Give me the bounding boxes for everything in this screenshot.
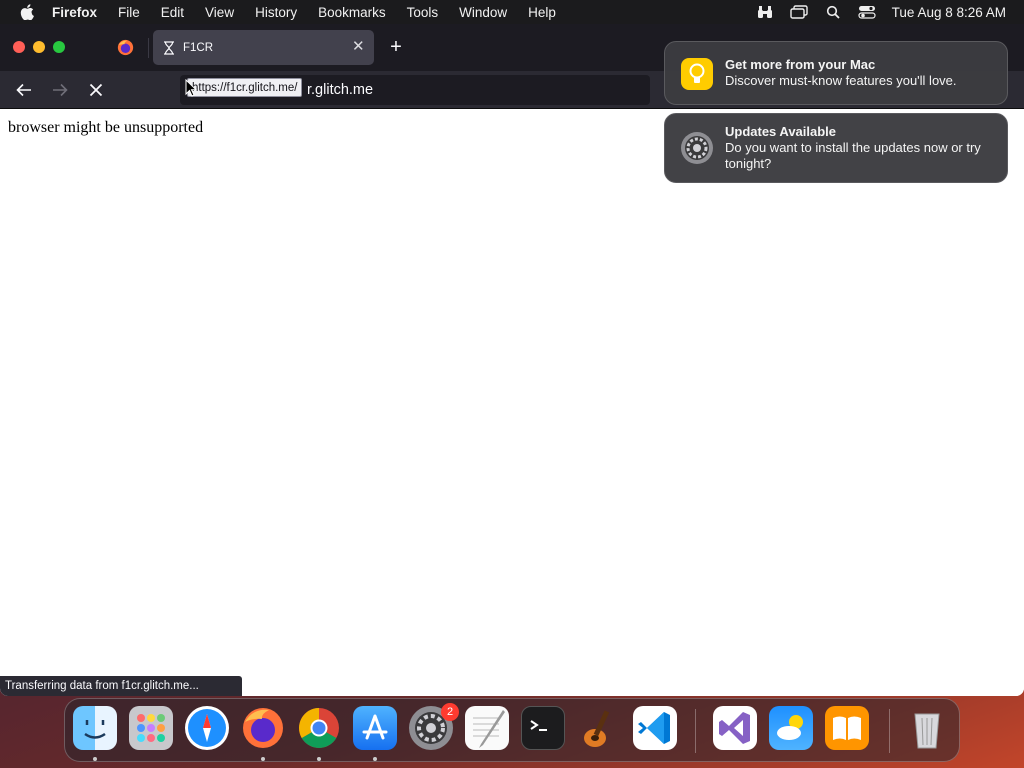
forward-arrow-icon[interactable] [51,81,69,99]
window-minimize-button[interactable] [33,41,45,53]
status-panel: Transferring data from f1cr.glitch.me... [0,676,242,696]
app-store-icon[interactable] [353,706,397,750]
menu-bookmarks[interactable]: Bookmarks [318,5,386,20]
window-close-button[interactable] [13,41,25,53]
menu-history[interactable]: History [255,5,297,20]
new-tab-button[interactable]: + [388,37,404,57]
link-tooltip: https://f1cr.glitch.me/ [187,78,303,97]
mouse-cursor-icon [185,79,197,97]
menu-app-firefox[interactable]: Firefox [52,5,97,20]
terminal-icon[interactable] [521,706,565,750]
running-indicator [373,757,377,761]
visual-studio-code-icon[interactable] [633,706,677,750]
notification-updates-available[interactable]: Updates Available Do you want to install… [664,113,1008,183]
window-zoom-button[interactable] [53,41,65,53]
system-settings-gear-icon [681,132,713,164]
textedit-icon[interactable] [465,706,509,750]
menu-bar: Firefox File Edit View History Bookmarks… [0,0,1024,24]
notification-body: Discover must-know features you'll love. [725,73,957,88]
back-arrow-icon[interactable] [15,81,33,99]
visual-studio-icon[interactable] [713,706,757,750]
chrome-icon[interactable] [297,706,341,750]
menu-help[interactable]: Help [528,5,556,20]
notification-body: Do you want to install the updates now o… [725,140,981,171]
lightbulb-icon [681,58,713,90]
page-content: browser might be unsupported [0,109,1024,696]
tab-title: F1CR [183,41,214,54]
binoculars-icon[interactable] [756,4,774,20]
dock-separator [695,709,696,753]
weather-icon[interactable] [769,706,813,750]
notification-badge: 2 [441,703,459,721]
screen-mirroring-icon[interactable] [789,4,808,20]
notification-title: Get more from your Mac [725,57,876,72]
running-indicator [261,757,265,761]
menu-tools[interactable]: Tools [407,5,439,20]
dock-separator [889,709,890,753]
menu-edit[interactable]: Edit [161,5,184,20]
running-indicator [93,757,97,761]
menu-file[interactable]: File [118,5,140,20]
tab-separator [148,38,149,58]
books-icon[interactable] [825,706,869,750]
apple-menu-icon[interactable] [18,4,36,20]
launchpad-icon[interactable] [129,706,173,750]
control-center-icon[interactable] [858,4,876,20]
firefox-view-icon[interactable] [117,39,134,56]
notification-title: Updates Available [725,124,837,139]
running-indicator [317,757,321,761]
stop-loading-icon[interactable] [87,81,105,99]
page-message: browser might be unsupported [8,119,204,136]
hourglass-icon [164,40,174,55]
garageband-icon[interactable] [577,706,621,750]
trash-icon[interactable] [905,706,949,750]
menu-window[interactable]: Window [459,5,507,20]
finder-icon[interactable] [73,706,117,750]
spotlight-search-icon[interactable] [824,4,842,20]
menu-view[interactable]: View [205,5,234,20]
firefox-icon[interactable] [241,706,285,750]
address-bar-text[interactable]: r.glitch.me [307,82,373,98]
tab-f1cr[interactable]: F1CR ✕ [153,30,374,65]
safari-icon[interactable] [185,706,229,750]
notification-get-more[interactable]: Get more from your Mac Discover must-kno… [664,41,1008,105]
dock: 2 [64,698,960,762]
tab-close-icon[interactable]: ✕ [352,39,365,55]
menubar-clock[interactable]: Tue Aug 8 8:26 AM [892,5,1006,20]
